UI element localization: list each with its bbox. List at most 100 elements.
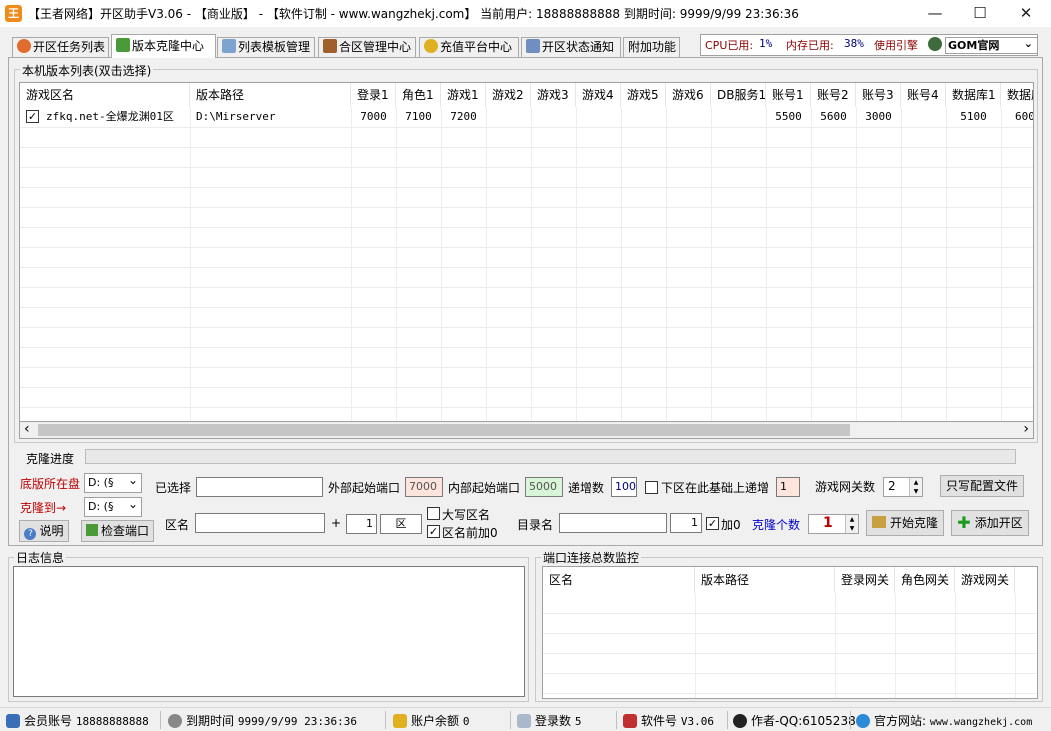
expire-value: 9999/9/99 23:36:36: [237, 715, 358, 728]
cell-name: zfkq.net-全爆龙渊01区: [46, 110, 174, 123]
notify-icon: [526, 39, 540, 53]
increment-label: 递增数: [568, 481, 605, 495]
zone-suffix-input[interactable]: 区: [380, 514, 422, 534]
selected-input[interactable]: [196, 477, 323, 497]
check-port-button[interactable]: 检查端口: [81, 520, 154, 542]
scroll-right-icon[interactable]: ›: [1023, 421, 1029, 437]
tab-task-list[interactable]: 开区任务列表: [12, 37, 109, 58]
mem-value: 38%: [844, 37, 864, 50]
clone-count-label: 克隆个数: [752, 518, 801, 532]
column-header[interactable]: 账号2: [811, 83, 856, 107]
monitor-column-header[interactable]: 版本路径: [695, 567, 835, 593]
zone-num-input[interactable]: 1: [346, 514, 377, 534]
cell-acc1: 5500: [775, 110, 802, 123]
column-header[interactable]: 登录1: [351, 83, 396, 107]
website-value[interactable]: www.wangzhekj.com: [930, 717, 1032, 728]
int-port-input[interactable]: 5000: [525, 477, 563, 497]
column-header[interactable]: 账号4: [901, 83, 946, 107]
wallet-icon: [393, 714, 407, 728]
clone-icon: [116, 38, 130, 52]
column-header[interactable]: 角色1: [396, 83, 441, 107]
balance-item: 账户余额 0: [393, 712, 469, 729]
column-header[interactable]: 数据库: [1001, 83, 1033, 107]
maximize-button[interactable]: ☐: [957, 0, 1003, 27]
version-grid[interactable]: 游戏区名 版本路径 登录1 角色1 游戏1 游戏2 游戏3 游戏4 游戏5 游戏6 DB服务1 账号1…: [19, 82, 1034, 422]
sysinfo-box: CPU已用: 1% 内存已用: 38% 使用引擎 GOM官网 ⌄: [700, 34, 1038, 56]
column-header[interactable]: 游戏3: [531, 83, 576, 107]
stepper-arrows-icon[interactable]: ▲ ▼: [845, 515, 858, 533]
monitor-grid[interactable]: 区名 版本路径 登录网关 角色网关 游戏网关: [542, 566, 1038, 699]
log-textarea[interactable]: [13, 566, 525, 697]
status-bar: 会员账号 18888888888 到期时间 9999/9/99 23:36:36…: [0, 707, 1051, 731]
gateway-label: 游戏网关数: [815, 480, 876, 494]
next-inc-input[interactable]: 1: [776, 477, 800, 497]
website-item[interactable]: 官方网站: www.wangzhekj.com: [856, 712, 1032, 729]
balance-value: 0: [462, 715, 470, 728]
plus-icon: ✚: [957, 513, 971, 532]
column-header[interactable]: 游戏2: [486, 83, 531, 107]
readonly-config-button[interactable]: 只写配置文件: [940, 475, 1024, 497]
calendar-icon: [623, 714, 637, 728]
clock-icon: [17, 39, 31, 53]
column-header[interactable]: 账号1: [766, 83, 811, 107]
clone-to-select[interactable]: D: (§: [84, 497, 142, 517]
help-button[interactable]: ? 说明: [19, 520, 69, 542]
column-header[interactable]: 游戏6: [666, 83, 711, 107]
tab-status-notify[interactable]: 开区状态通知: [521, 37, 621, 58]
login-count-value: 5: [574, 715, 582, 728]
upper-zone-checkbox[interactable]: [427, 507, 440, 520]
monitor-column-header[interactable]: 区名: [543, 567, 695, 593]
log-title: 日志信息: [14, 549, 67, 566]
horizontal-scrollbar[interactable]: ‹ ›: [19, 421, 1034, 439]
tab-extra[interactable]: 附加功能: [623, 37, 680, 58]
next-inc-checkbox[interactable]: [645, 481, 658, 494]
help-icon: ?: [24, 528, 37, 540]
tab-recharge[interactable]: 充值平台中心: [419, 37, 519, 58]
add0-checkbox[interactable]: ✓: [706, 517, 719, 530]
monitor-column-header[interactable]: 角色网关: [895, 567, 955, 593]
scroll-left-icon[interactable]: ‹: [24, 421, 30, 437]
add0-label: 加0: [721, 518, 741, 532]
plus-sign: +: [331, 516, 342, 530]
column-header[interactable]: DB服务1: [711, 83, 766, 107]
clone-to-label: 克隆到→: [20, 501, 67, 515]
clone-count-stepper[interactable]: 1 ▲ ▼: [808, 514, 859, 534]
tab-version-clone[interactable]: 版本克隆中心: [111, 34, 216, 58]
add-zone-button[interactable]: ✚ 添加开区: [951, 510, 1029, 536]
engine-select[interactable]: GOM官网 ⌄: [945, 37, 1038, 54]
copy-icon: [871, 516, 886, 528]
table-row[interactable]: ✓ zfkq.net-全爆龙渊01区 D:\Mirserver 7000 7100 720…: [20, 107, 1033, 127]
row-checkbox[interactable]: ✓: [26, 110, 39, 123]
dir-name-input[interactable]: [559, 513, 667, 533]
column-header[interactable]: 数据库1: [946, 83, 1001, 107]
progress-label: 克隆进度: [26, 452, 75, 466]
tab-merge-zone[interactable]: 合区管理中心: [318, 37, 416, 58]
column-header[interactable]: 游戏1: [441, 83, 486, 107]
version-item: 软件号 V3.06: [623, 712, 714, 729]
minimize-button[interactable]: —: [912, 0, 958, 27]
start-clone-button[interactable]: 开始克隆: [866, 510, 944, 536]
title-bar: 王 【王者网络】开区助手V3.06 - 【商业版】 - 【软件订制 - www.…: [0, 0, 1051, 27]
engine-label: 使用引擎: [874, 39, 918, 52]
stepper-arrows-icon[interactable]: ▲ ▼: [909, 478, 922, 496]
prefix0-checkbox[interactable]: ✓: [427, 525, 440, 538]
list-icon: [222, 39, 236, 53]
monitor-column-header[interactable]: 游戏网关: [955, 567, 1015, 593]
increment-input[interactable]: 100: [611, 477, 637, 497]
scroll-thumb[interactable]: [38, 424, 850, 436]
ext-port-input[interactable]: 7000: [405, 477, 443, 497]
base-disk-select[interactable]: D: (§: [84, 473, 142, 493]
member-item: 会员账号 18888888888: [6, 712, 149, 729]
user-icon: [6, 714, 20, 728]
column-header[interactable]: 游戏4: [576, 83, 621, 107]
column-header[interactable]: 账号3: [856, 83, 901, 107]
gateway-stepper[interactable]: 2 ▲ ▼: [883, 477, 923, 497]
close-button[interactable]: ✕: [1003, 0, 1049, 27]
zone-name-input[interactable]: [195, 513, 325, 533]
tab-list-template[interactable]: 列表模板管理: [217, 37, 315, 58]
column-header[interactable]: 游戏5: [621, 83, 666, 107]
column-header[interactable]: 版本路径: [190, 83, 351, 107]
monitor-column-header[interactable]: 登录网关: [835, 567, 895, 593]
column-header[interactable]: 游戏区名: [20, 83, 190, 107]
dir-num-input[interactable]: 1: [670, 513, 702, 533]
